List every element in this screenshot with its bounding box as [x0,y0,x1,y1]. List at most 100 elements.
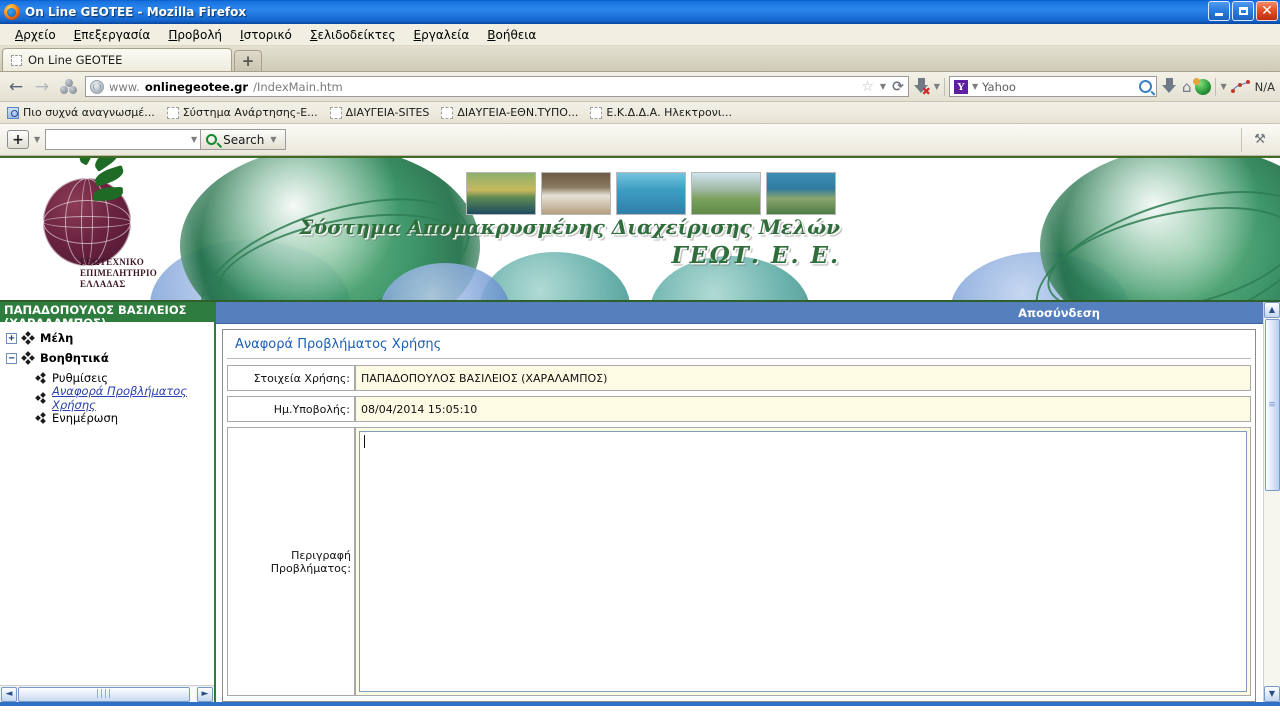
menu-bar: Αρχείο Επεξεργασία Προβολή Ιστορικό Σελι… [0,24,1280,46]
address-bar-actions: ☆ ▼ ⟳ [861,79,903,95]
main-content: Αποσύνδεση Αναφορά Προβλήματος Χρήσης Στ… [216,302,1280,702]
bookmarks-bar: Πιο συχνά αναγνωσμέ... Σύστημα Ανάρτησης… [0,102,1280,124]
extension-chevron-icon[interactable]: ▼ [1220,82,1226,91]
home-icon[interactable]: ⌂ [1182,78,1192,96]
logo-text-line1: ΓΕΩΤΕΧΝΙΚΟ [80,257,145,267]
description-field-label: Περιγραφή Προβλήματος: [227,427,355,696]
bookmark-item[interactable]: Πιο συχνά αναγνωσμέ... [7,106,155,119]
bookmark-item[interactable]: ΔΙΑΥΓΕΙΑ-SITES [329,106,429,119]
menu-item-bookmarks[interactable]: Σελιδοδείκτες [301,27,405,43]
plugin-search-input[interactable]: ▼ [45,129,202,150]
geotee-logo: ΓΕΩΤΕΧΝΙΚΟ ΕΠΙΜΕΛΗΤΗΡΙΟ ΕΛΛΑΔΑΣ [8,158,166,292]
bookmark-item[interactable]: Σύστημα Ανάρτησης-Ε... [166,106,318,119]
bottom-accent-bar [0,702,1280,706]
molecule-icon[interactable] [60,78,78,95]
menu-item-history[interactable]: Ιστορικό [231,27,301,43]
menu-item-view-label: ροβολή [177,27,223,42]
back-button[interactable]: ← [5,77,27,97]
search-engine-box[interactable]: Y ▼ Yahoo [948,76,1157,97]
menu-item-view[interactable]: Προβολή [159,27,231,43]
collapse-minus-icon[interactable]: − [6,352,17,364]
scatter-chart-icon[interactable] [1230,79,1251,95]
plugin-search-button[interactable]: Search ▼ [201,129,286,150]
description-field-wrapper [355,427,1251,696]
minimize-icon [1215,12,1223,16]
download-icon[interactable] [1161,77,1178,96]
bookmark-item[interactable]: ΔΙΑΥΓΕΙΑ-ΕΘΝ.ΤΥΠΟ... [441,106,578,119]
new-tab-button[interactable]: + [234,50,262,71]
menu-item-file[interactable]: Αρχείο [6,27,65,43]
close-button[interactable]: ✕ [1256,1,1278,21]
downloads-chevron-icon[interactable]: ▼ [934,82,940,91]
maximize-icon [1238,7,1248,15]
chevron-down-icon[interactable]: ▼ [880,82,886,91]
scroll-down-button[interactable]: ▼ [1264,686,1280,702]
menu-item-history-label: στορικό [243,27,292,42]
dam-photo [766,172,836,215]
sidebar-scroll-track[interactable]: |||| [18,686,196,702]
menu-item-help[interactable]: Βοήθεια [478,27,545,43]
wrench-icon[interactable]: ⚒ [1252,132,1268,148]
logo-text-line3: ΕΛΛΑΔΑΣ [80,279,126,289]
menu-item-tools-label: ργαλεία [421,27,470,42]
plugin-search-toolbar: + ▼ ▼ Search ▼ ⚒ [0,124,1280,156]
scroll-up-button[interactable]: ▲ [1264,302,1280,318]
forest-river-photo [466,172,536,215]
plugin-search-label: Search [223,132,265,147]
sidebar-user-header: ΠΑΠΑΔΟΠΟΥΛΟΣ ΒΑΣΙΛΕΙΟΣ (ΧΑΡΑΛΑΜΠΟΣ) [0,302,214,322]
logout-link[interactable]: Αποσύνδεση [1018,306,1100,320]
page-vertical-scrollbar[interactable]: ▲ ≡ ▼ [1263,302,1280,702]
scroll-left-button[interactable]: ◄ [1,686,17,702]
date-field-value: 08/04/2014 15:05:10 [355,396,1251,422]
user-field-label: Στοιχεία Χρήσης: [227,365,355,391]
download-blocked-icon[interactable]: ✖ [913,77,931,98]
sidebar-item-label: Ρυθμίσεις [52,371,108,385]
page-scroll-thumb[interactable]: ≡ [1264,319,1280,491]
minimize-button[interactable] [1208,1,1230,21]
menu-item-edit[interactable]: Επεξεργασία [65,27,160,43]
plugin-search-menu-chevron-icon[interactable]: ▼ [270,135,276,144]
forward-button[interactable]: → [31,77,53,97]
status-na-label: N/A [1254,79,1275,94]
most-visited-icon [7,106,19,119]
maximize-button[interactable] [1232,1,1254,21]
menu-item-bookmarks-label: ελιδοδείκτες [317,27,396,42]
address-bar[interactable]: www. onlinegeotee.gr/IndexMain.htm ☆ ▼ ⟳ [85,76,909,97]
search-input[interactable]: Yahoo [982,80,1016,94]
green-globe-icon[interactable] [1193,77,1212,95]
bookmark-star-icon[interactable]: ☆ [861,79,874,95]
menu-item-tools[interactable]: Εργαλεία [405,27,479,43]
diamond-cluster-icon [21,331,35,345]
navigation-tree: + Μέλη − Βοηθητικά Ρυθμίσεις Αναφορά Προ… [0,322,214,685]
sidebar-item-anafora-provlimatos-chrisis[interactable]: Αναφορά Προβλήματος Χρήσης [6,384,214,412]
sidebar-item-label: Βοηθητικά [40,351,109,365]
sidebar-horizontal-scrollbar[interactable]: ◄ |||| ► [0,685,214,702]
sidebar-scroll-thumb[interactable]: |||| [18,686,190,702]
url-host: onlinegeotee.gr [144,79,249,94]
toolbar-separator [943,77,945,96]
reload-icon[interactable]: ⟳ [892,79,904,95]
expand-plus-icon[interactable]: + [6,332,17,344]
toolbar-separator-2 [1215,77,1217,96]
bookmark-label: Σύστημα Ανάρτησης-Ε... [182,106,318,119]
search-engine-chevron-icon[interactable]: ▼ [972,82,978,91]
search-icon[interactable] [1136,77,1155,96]
description-textarea[interactable] [359,431,1247,692]
bookmark-label: Πιο συχνά αναγνωσμέ... [23,106,155,119]
sidebar-item-meli[interactable]: + Μέλη [6,328,214,348]
tab-on-line-geotee[interactable]: On Line GEOTEE [2,48,232,71]
toolbar-chevron-icon[interactable]: ▼ [34,135,40,144]
add-toolbar-button[interactable]: + [7,130,29,149]
diamond-pair-icon [35,411,47,424]
sidebar-item-voithitika[interactable]: − Βοηθητικά [6,348,214,368]
bookmark-label: Ε.Κ.Δ.Δ.Α. Ηλεκτρονι... [606,106,733,119]
app-body: ΠΑΠΑΔΟΠΟΥΛΟΣ ΒΑΣΙΛΕΙΟΣ (ΧΑΡΑΛΑΜΠΟΣ) + Μέ… [0,302,1280,702]
scroll-right-button[interactable]: ► [197,686,213,702]
tab-label: On Line GEOTEE [28,53,123,67]
bookmark-item[interactable]: Ε.Κ.Δ.Δ.Α. Ηλεκτρονι... [590,106,732,119]
banner-title-line2: ΓΕΩΤ. Ε. Ε. [671,242,840,269]
plugin-search-chevron-icon[interactable]: ▼ [191,135,197,144]
sidebar-item-label: Μέλη [40,331,74,345]
form-panel: Αναφορά Προβλήματος Χρήσης Στοιχεία Χρήσ… [222,329,1256,702]
blank-favicon-icon [166,106,179,119]
